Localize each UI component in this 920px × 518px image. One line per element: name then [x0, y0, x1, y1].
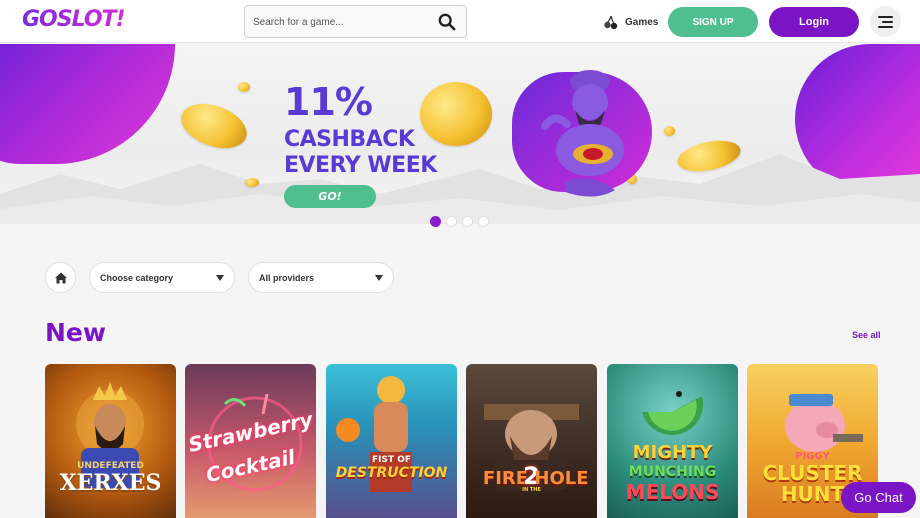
- genie-illustration: [541, 70, 624, 197]
- carousel-dot[interactable]: [462, 216, 473, 227]
- menu-line: [878, 25, 893, 28]
- game-title-line: MELONS: [625, 480, 720, 504]
- games-label: Games: [625, 16, 659, 28]
- login-button[interactable]: Login: [769, 7, 859, 37]
- game-art-fist: [336, 376, 412, 492]
- promo-banner[interactable]: 11% CASHBACK EVERY WEEK GO!: [0, 44, 920, 224]
- game-title-line: FIST OF: [371, 455, 412, 465]
- game-title-line: CLUSTER: [762, 461, 863, 485]
- see-all-link[interactable]: See all: [852, 330, 881, 340]
- menu-line: [882, 20, 893, 23]
- game-title-line: HOLE: [534, 468, 589, 489]
- coin-decoration: [245, 178, 259, 187]
- search-input[interactable]: [253, 13, 433, 31]
- site-logo[interactable]: GOSLOT!: [22, 7, 126, 32]
- search-box: [244, 5, 467, 38]
- promo-headline: CASHBACK: [284, 127, 415, 152]
- category-select[interactable]: Choose category: [89, 262, 235, 293]
- chevron-down-icon: [375, 275, 383, 281]
- carousel-dot[interactable]: [446, 216, 457, 227]
- game-art-fire-hole: [484, 404, 579, 490]
- cherry-icon: [604, 15, 618, 30]
- coin-decoration: [420, 82, 492, 146]
- signup-button[interactable]: SIGN UP: [668, 7, 758, 37]
- category-select-value: Choose category: [100, 272, 174, 283]
- promo-percentage: 11%: [284, 80, 373, 124]
- carousel-dot[interactable]: [430, 216, 441, 227]
- provider-select[interactable]: All providers: [248, 262, 394, 293]
- game-tile[interactable]: Strawberry Cocktail: [185, 364, 316, 518]
- top-header: GOSLOT! Games SIGN UP Login: [0, 0, 920, 43]
- game-title-line: MIGHTY: [632, 442, 713, 463]
- provider-select-value: All providers: [259, 272, 315, 283]
- game-tile[interactable]: MIGHTY MUNCHING MELONS: [607, 364, 738, 518]
- games-link[interactable]: Games: [603, 13, 658, 31]
- carousel-dot[interactable]: [478, 216, 489, 227]
- home-icon: [54, 272, 67, 283]
- coin-decoration: [238, 82, 250, 92]
- search-icon[interactable]: [438, 13, 456, 31]
- go-chat-button[interactable]: Go Chat: [841, 482, 916, 513]
- promo-go-button[interactable]: GO!: [284, 185, 376, 208]
- game-title-line: MUNCHING: [628, 464, 717, 480]
- carousel-dots: [430, 216, 489, 227]
- home-button[interactable]: [45, 262, 76, 293]
- coin-decoration: [664, 126, 675, 136]
- promo-subheadline: EVERY WEEK: [284, 153, 437, 178]
- game-title-line: DESTRUCTION: [335, 465, 448, 481]
- game-list: UNDEFEATED XERXES Strawberry Cocktail FI…: [45, 364, 878, 518]
- menu-button[interactable]: [870, 6, 901, 37]
- game-tile[interactable]: FIST OF DESTRUCTION: [326, 364, 457, 518]
- section-title: New: [45, 318, 106, 347]
- game-title-line: XERXES: [59, 470, 162, 496]
- mountain-backdrop: [0, 154, 920, 224]
- game-tile[interactable]: UNDEFEATED XERXES: [45, 364, 176, 518]
- game-tile[interactable]: FIRE 2 IN THE HOLE: [466, 364, 597, 518]
- menu-line: [878, 15, 893, 18]
- chevron-down-icon: [216, 275, 224, 281]
